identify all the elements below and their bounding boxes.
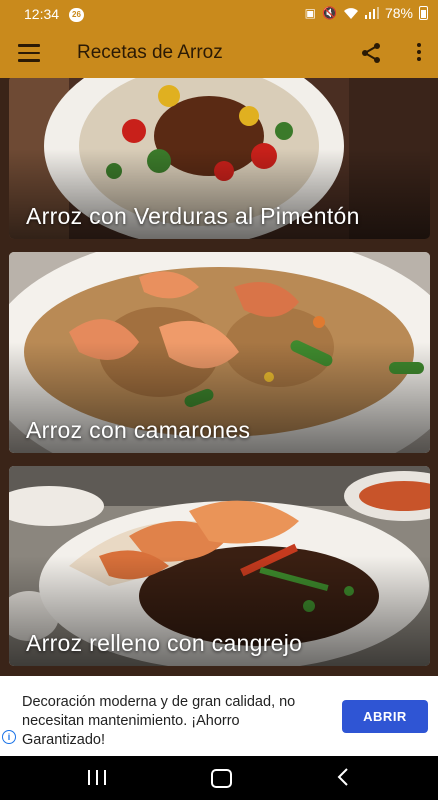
ad-open-button[interactable]: ABRIR <box>342 700 428 733</box>
recipe-title: Arroz con camarones <box>26 417 251 443</box>
home-icon[interactable] <box>211 769 232 788</box>
notification-count-badge: 26 <box>69 8 84 22</box>
wifi-icon <box>343 7 358 19</box>
battery-icon <box>419 6 428 20</box>
hamburger-menu-icon[interactable] <box>18 44 40 62</box>
mute-icon: 🔇 <box>322 6 337 20</box>
battery-percentage: 78% <box>384 5 413 21</box>
status-bar: 12:34 26 ▣ 🔇 78% <box>0 0 438 29</box>
recipe-title: Arroz con Verduras al Pimentón <box>26 203 360 229</box>
page-title: Recetas de Arroz <box>77 42 223 63</box>
recipe-card[interactable]: Arroz con Verduras al Pimentón <box>9 78 430 239</box>
back-icon[interactable] <box>336 767 350 787</box>
ad-info-icon[interactable]: i <box>2 730 16 744</box>
status-icons: ▣ 🔇 78% <box>305 5 428 21</box>
camera-notification-icon: ▣ <box>304 6 317 20</box>
share-icon[interactable] <box>360 42 382 64</box>
recipe-card[interactable]: Arroz relleno con cangrejo <box>9 466 430 666</box>
recipe-title: Arroz relleno con cangrejo <box>26 630 303 656</box>
system-nav-bar <box>0 756 438 800</box>
ad-text[interactable]: Decoración moderna y de gran calidad, no… <box>22 693 322 750</box>
recents-icon[interactable] <box>88 770 106 785</box>
recipe-list: Arroz con Verduras al Pimentón Arroz con… <box>0 78 438 674</box>
recipe-card[interactable]: Arroz con camarones <box>9 252 430 453</box>
more-vert-icon[interactable] <box>416 43 422 63</box>
status-time: 12:34 <box>24 6 60 22</box>
ad-banner[interactable]: Decoración moderna y de gran calidad, no… <box>0 676 438 756</box>
signal-icon <box>364 7 379 19</box>
app-bar: Recetas de Arroz <box>0 29 438 78</box>
